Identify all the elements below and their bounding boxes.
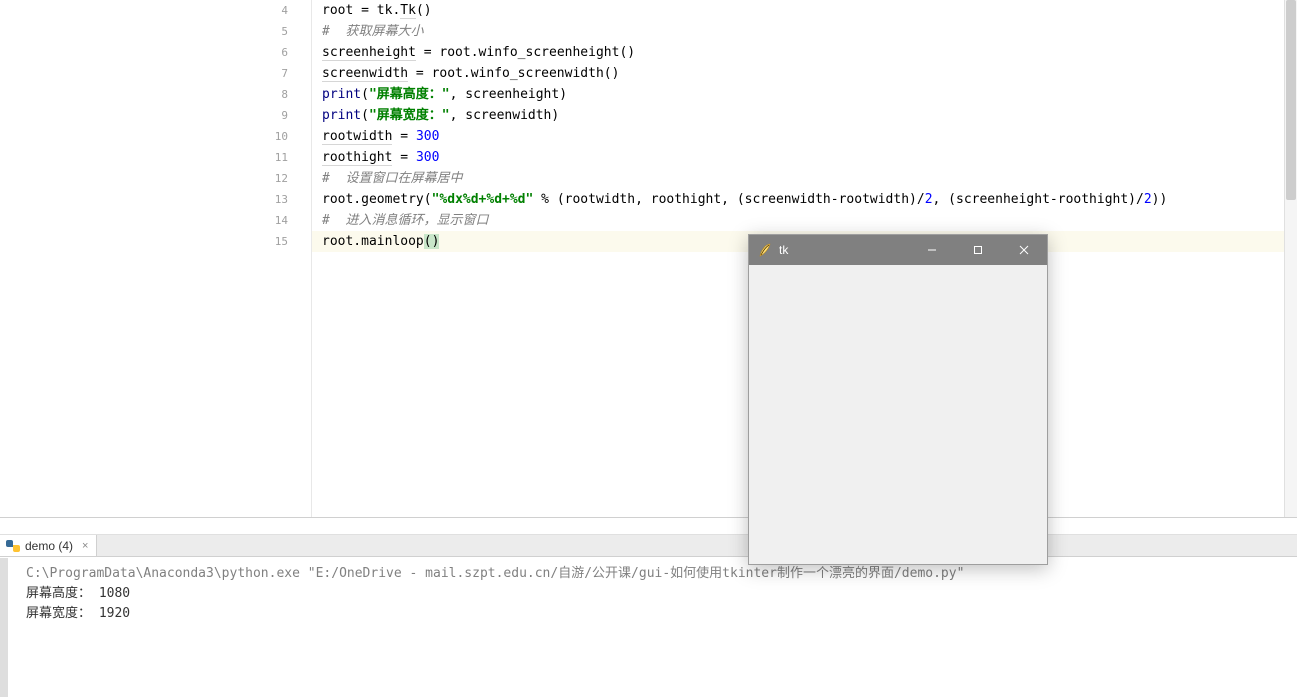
tk-feather-icon <box>757 242 773 258</box>
line-number-gutter: 456789101112131415 <box>256 0 298 517</box>
line-number: 9 <box>256 105 298 126</box>
console-command-line: C:\ProgramData\Anaconda3\python.exe "E:/… <box>26 566 964 581</box>
run-tab-bar: demo (4) × <box>0 535 1297 557</box>
code-line[interactable]: print("屏幕高度：", screenheight) <box>312 84 1284 105</box>
console-output-line: 屏幕宽度： 1920 <box>26 606 130 621</box>
run-tab-demo[interactable]: demo (4) × <box>0 535 97 556</box>
code-line[interactable]: # 获取屏幕大小 <box>312 21 1284 42</box>
console-output-line: 屏幕高度： 1080 <box>26 586 130 601</box>
line-number: 5 <box>256 21 298 42</box>
line-number: 8 <box>256 84 298 105</box>
scrollbar-thumb[interactable] <box>1286 0 1296 200</box>
run-tab-label: demo (4) <box>25 539 73 553</box>
code-line[interactable]: screenwidth = root.winfo_screenwidth() <box>312 63 1284 84</box>
maximize-button[interactable] <box>955 235 1001 265</box>
python-icon <box>6 539 20 553</box>
fold-gutter <box>298 0 312 517</box>
line-number: 12 <box>256 168 298 189</box>
minimize-button[interactable] <box>909 235 955 265</box>
code-line[interactable]: # 进入消息循环，显示窗口 <box>312 210 1284 231</box>
tk-window-title: tk <box>779 243 788 257</box>
editor-vertical-scrollbar[interactable] <box>1285 0 1297 517</box>
line-number: 15 <box>256 231 298 252</box>
line-number: 7 <box>256 63 298 84</box>
tk-titlebar[interactable]: tk <box>749 235 1047 265</box>
code-line[interactable]: screenheight = root.winfo_screenheight() <box>312 42 1284 63</box>
tk-app-window[interactable]: tk <box>748 234 1048 565</box>
code-line[interactable]: print("屏幕宽度：", screenwidth) <box>312 105 1284 126</box>
line-number: 6 <box>256 42 298 63</box>
close-button[interactable] <box>1001 235 1047 265</box>
code-line[interactable]: roothight = 300 <box>312 147 1284 168</box>
line-number: 11 <box>256 147 298 168</box>
panel-splitter[interactable] <box>0 517 1297 535</box>
line-number: 10 <box>256 126 298 147</box>
code-line[interactable]: rootwidth = 300 <box>312 126 1284 147</box>
line-number: 13 <box>256 189 298 210</box>
close-icon[interactable]: × <box>82 540 88 552</box>
line-number: 14 <box>256 210 298 231</box>
run-console[interactable]: C:\ProgramData\Anaconda3\python.exe "E:/… <box>0 558 1297 697</box>
code-line[interactable]: # 设置窗口在屏幕居中 <box>312 168 1284 189</box>
code-editor[interactable]: 456789101112131415 root = tk.Tk()# 获取屏幕大… <box>0 0 1285 517</box>
line-number: 4 <box>256 0 298 21</box>
code-line[interactable]: root = tk.Tk() <box>312 0 1284 21</box>
code-line[interactable]: root.geometry("%dx%d+%d+%d" % (rootwidth… <box>312 189 1284 210</box>
tk-client-area <box>750 265 1046 563</box>
editor-left-margin <box>0 0 256 517</box>
